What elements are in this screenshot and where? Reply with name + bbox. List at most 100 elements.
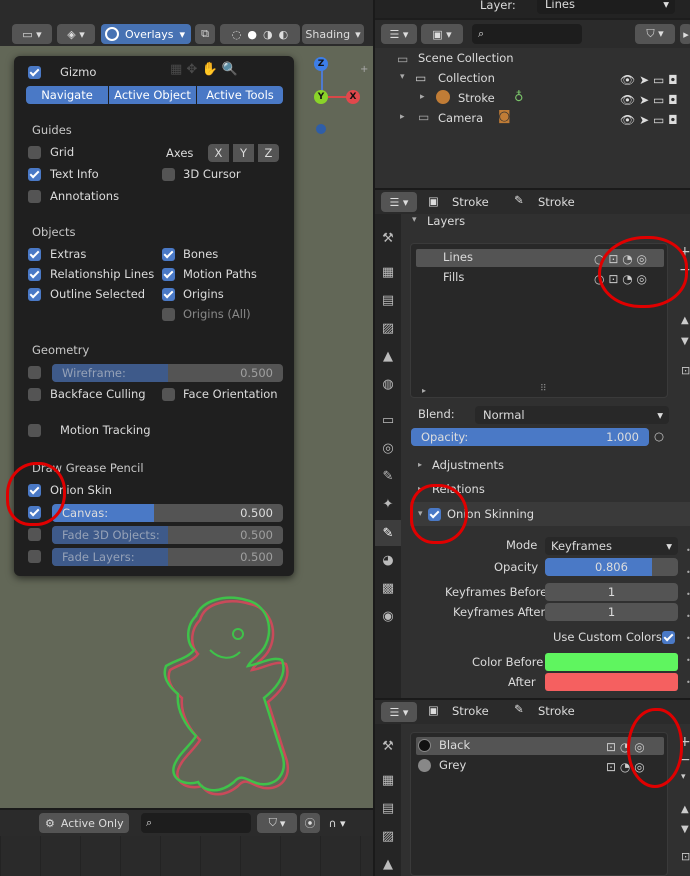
origins-checkbox[interactable] (162, 288, 175, 301)
onion-mode-dropdown[interactable]: Keyframes ▾ (545, 537, 678, 555)
face-orientation-checkbox[interactable] (162, 388, 175, 401)
properties-editor-type[interactable]: ☰ ▾ (381, 192, 417, 212)
tool-tab-icon[interactable]: ⚒ (378, 228, 398, 248)
eye-icon[interactable]: 👁 (620, 113, 635, 127)
active-only-toggle[interactable]: ⚙ Active Only (39, 813, 129, 833)
collapse-arrow-icon[interactable]: ▾ (412, 215, 417, 225)
outliner-search-input[interactable]: ⌕ (472, 24, 582, 44)
editor-type-button[interactable]: ▭ ▾ (12, 24, 52, 44)
gizmo-active-tools-toggle[interactable]: Active Tools (197, 86, 283, 104)
gizmo-x-axis[interactable]: X (346, 90, 360, 104)
constraint-tab-icon[interactable]: ◉ (378, 606, 398, 626)
outline-selected-checkbox[interactable] (28, 288, 41, 301)
blend-mode-dropdown[interactable]: Normal ▾ (475, 406, 669, 424)
relationship-lines-checkbox[interactable] (28, 268, 41, 281)
wireframe-slider[interactable]: Wireframe: 0.500 (52, 364, 283, 382)
rendered-shading-icon[interactable]: ◐ (279, 28, 289, 41)
animate-property-dots[interactable]: ••••••• (686, 540, 690, 694)
fade-3d-objects-checkbox[interactable] (28, 528, 41, 541)
camera-icon[interactable]: ◘ (668, 113, 678, 127)
expand-arrow-icon[interactable]: ▾ (400, 72, 405, 82)
modifier-tab-icon[interactable]: ✎ (378, 466, 398, 486)
solid-shading-icon[interactable]: ● (247, 28, 257, 41)
layers-panel-heading[interactable]: Layers (427, 214, 465, 228)
axis-x-toggle[interactable]: X (208, 144, 229, 162)
outliner-row-camera[interactable]: Camera (438, 111, 483, 125)
fade-3d-objects-slider[interactable]: Fade 3D Objects: 0.500 (52, 526, 283, 544)
origins-all-checkbox[interactable] (162, 308, 175, 321)
proportional-editing-toggle[interactable]: ⦿ (300, 813, 320, 833)
onion-opacity-slider[interactable]: 0.806 (545, 558, 678, 576)
shading-mode-buttons[interactable]: ◌ ● ◑ ◐ (220, 24, 300, 44)
filter-dropdown[interactable]: ⛉ ▾ (257, 813, 297, 833)
fade-layers-slider[interactable]: Fade Layers: 0.500 (52, 548, 283, 566)
gizmo-active-object-toggle[interactable]: Active Object (109, 86, 196, 104)
wireframe-shading-icon[interactable]: ◌ (232, 28, 242, 41)
camera-icon[interactable]: ◘ (668, 73, 678, 87)
color-after-swatch[interactable] (545, 673, 678, 691)
outliner-row-stroke[interactable]: Stroke (458, 91, 495, 105)
list-expand-icon[interactable]: ▸ (422, 386, 426, 395)
collection-tab-icon[interactable]: ▭ (378, 410, 398, 430)
axis-z-toggle[interactable]: Z (258, 144, 279, 162)
move-down-icon[interactable]: ▼ (681, 824, 689, 835)
select-arrow-icon[interactable]: ➤ (639, 113, 649, 127)
axis-y-toggle[interactable]: Y (233, 144, 254, 162)
material-row-black[interactable]: Black (439, 738, 470, 752)
expand-arrow-icon[interactable]: ▸ (418, 460, 422, 469)
lock-all-icon[interactable]: ⊡ (681, 364, 690, 377)
layer-row-fills[interactable]: Fills (443, 270, 464, 284)
new-collection-button[interactable]: ▸ (680, 24, 690, 44)
display-mode-dropdown[interactable]: ▣ ▾ (421, 24, 463, 44)
camera-icon[interactable]: ◘ (668, 93, 678, 107)
list-resize-handle[interactable]: ⠿ (540, 384, 547, 394)
outliner-filter-dropdown[interactable]: ⛉ ▾ (635, 24, 675, 44)
text-info-checkbox[interactable] (28, 168, 41, 181)
bones-checkbox[interactable] (162, 248, 175, 261)
lock-icon[interactable]: ⊡ (606, 760, 616, 774)
keyframes-after-field[interactable]: 1 (545, 603, 678, 621)
world-tab-icon[interactable]: ◍ (378, 374, 398, 394)
falloff-dropdown[interactable]: ∩ ▾ (322, 813, 352, 833)
layer-opacity-slider[interactable]: Opacity: 1.000 (411, 428, 649, 446)
effects-tab-icon[interactable]: ✦ (378, 494, 398, 514)
move-up-icon[interactable]: ▲ (681, 315, 689, 326)
properties-editor-type[interactable]: ☰ ▾ (381, 702, 417, 722)
chevron-down-icon[interactable]: ▾ (681, 772, 686, 782)
xray-toggle[interactable]: ⧉ (195, 24, 215, 44)
material-shading-icon[interactable]: ◑ (263, 28, 273, 41)
canvas-slider[interactable]: Canvas: 0.500 (52, 504, 283, 522)
outliner-row-scene-collection[interactable]: Scene Collection (418, 51, 514, 65)
gizmo-neg-z-axis[interactable] (316, 124, 326, 134)
view-layer-tab-icon[interactable]: ▨ (378, 318, 398, 338)
keyframes-before-field[interactable]: 1 (545, 583, 678, 601)
layer-selector[interactable]: Lines ▾ (537, 0, 675, 14)
eye-icon[interactable]: 👁 (620, 73, 635, 87)
select-arrow-icon[interactable]: ➤ (639, 73, 649, 87)
annotations-checkbox[interactable] (28, 190, 41, 203)
gizmo-y-axis[interactable]: Y (314, 90, 328, 104)
render-tab-icon[interactable]: ▦ (378, 770, 398, 790)
shading-dropdown[interactable]: Shading ▾ (302, 24, 364, 44)
layer-row-lines[interactable]: Lines (443, 250, 473, 264)
view-layer-tab-icon[interactable]: ▨ (378, 826, 398, 846)
wireframe-checkbox[interactable] (28, 366, 41, 379)
material-tab-icon[interactable]: ◕ (378, 550, 398, 570)
outliner-editor-type[interactable]: ☰ ▾ (381, 24, 417, 44)
overlays-button[interactable]: Overlays ▾ (101, 24, 191, 44)
expand-arrow-icon[interactable]: ▸ (420, 92, 425, 102)
use-custom-colors-checkbox[interactable] (662, 631, 675, 644)
plus-icon[interactable]: + (360, 64, 368, 75)
adjustments-panel[interactable]: Adjustments (432, 458, 504, 472)
gizmo-navigate-toggle[interactable]: Navigate (26, 86, 108, 104)
output-tab-icon[interactable]: ▤ (378, 290, 398, 310)
grid-checkbox[interactable] (28, 146, 41, 159)
gizmo-z-axis[interactable]: Z (314, 57, 328, 71)
gizmo-checkbox[interactable] (28, 66, 41, 79)
expand-arrow-icon[interactable]: ▸ (400, 112, 405, 122)
monitor-icon[interactable]: ▭ (653, 73, 664, 87)
timeline-body[interactable] (0, 836, 373, 876)
scene-tab-icon[interactable]: ▲ (378, 346, 398, 366)
keyframe-dot-icon[interactable]: ○ (654, 429, 664, 443)
render-tab-icon[interactable]: ▦ (378, 262, 398, 282)
